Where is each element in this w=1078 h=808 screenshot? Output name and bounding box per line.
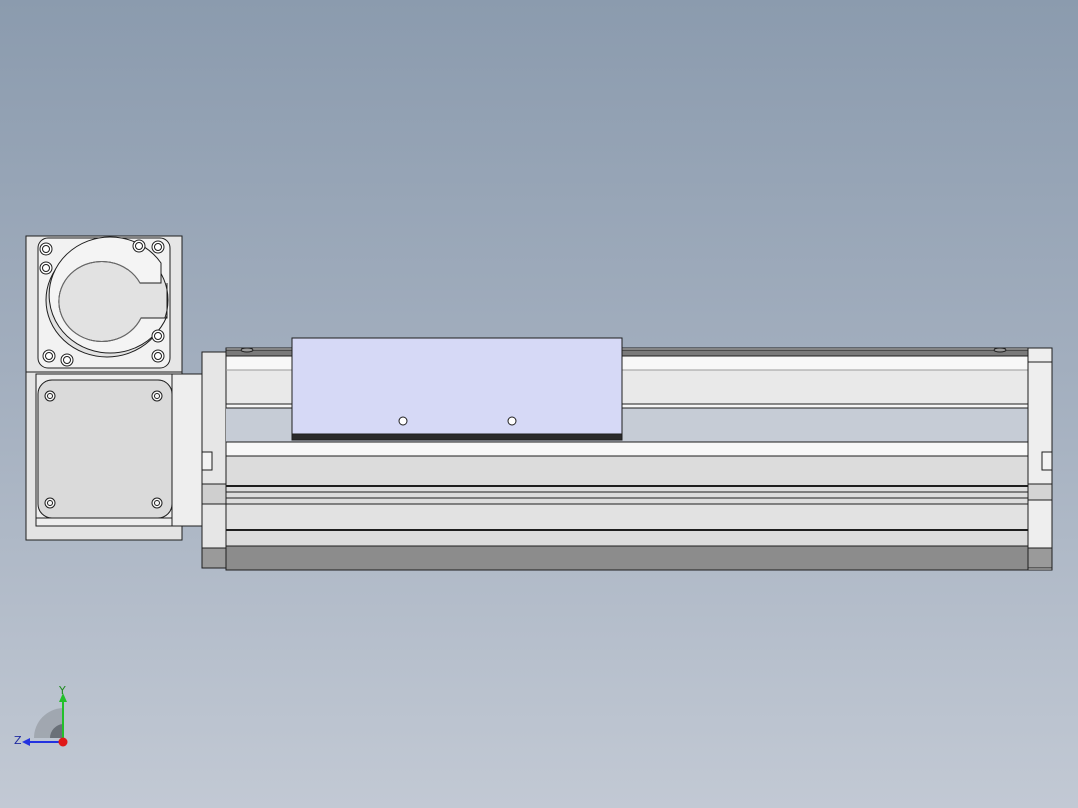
slide-carriage[interactable] <box>291 337 623 441</box>
right-end-cap[interactable] <box>1027 347 1053 571</box>
cad-model-view[interactable] <box>0 0 1078 808</box>
motor-flange[interactable] <box>25 235 183 373</box>
coordinate-triad-icon: Y Z <box>14 684 68 747</box>
axis-z-label: Z <box>14 734 22 747</box>
gearbox-housing[interactable] <box>25 371 205 541</box>
axis-y-label: Y <box>58 684 66 697</box>
left-end-cap[interactable] <box>201 351 227 569</box>
cad-viewport[interactable]: Y Z <box>0 0 1078 808</box>
